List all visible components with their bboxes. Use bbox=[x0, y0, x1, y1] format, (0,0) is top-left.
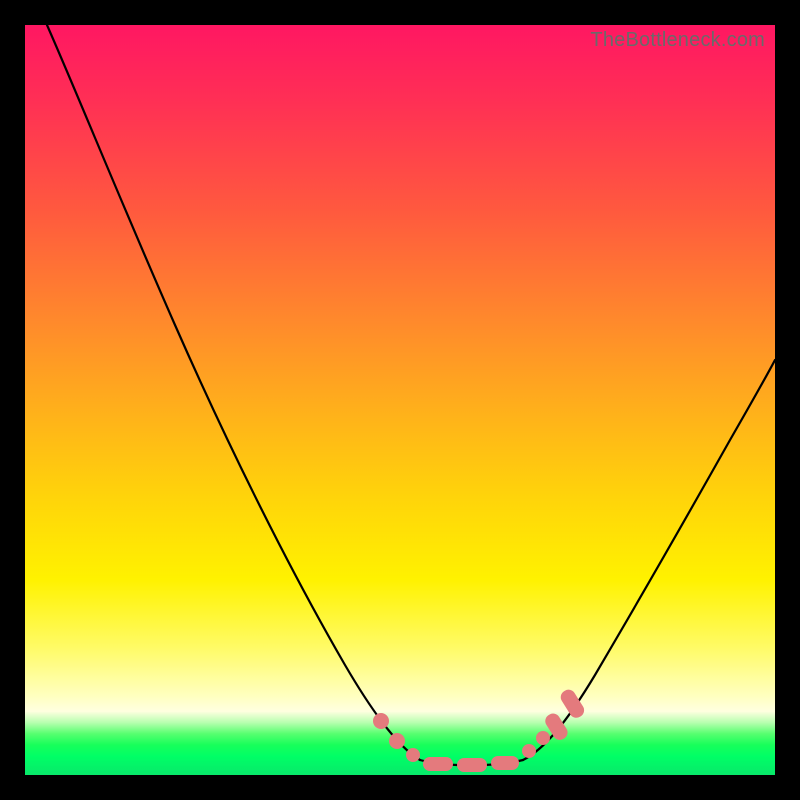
marker-dot bbox=[406, 748, 420, 762]
marker-dot bbox=[522, 744, 536, 758]
watermark-text: TheBottleneck.com bbox=[590, 29, 765, 52]
curve-right-branch bbox=[523, 360, 775, 760]
markers-group bbox=[373, 687, 587, 772]
marker-pill bbox=[423, 757, 453, 771]
marker-pill bbox=[491, 756, 519, 770]
chart-svg bbox=[25, 25, 775, 775]
marker-pill-steep bbox=[558, 687, 587, 720]
marker-pill bbox=[457, 758, 487, 772]
marker-dot bbox=[373, 713, 389, 729]
curve-left-branch bbox=[47, 25, 420, 760]
plot-area: TheBottleneck.com bbox=[25, 25, 775, 775]
chart-frame: TheBottleneck.com bbox=[0, 0, 800, 800]
marker-dot bbox=[389, 733, 405, 749]
marker-dot bbox=[536, 731, 550, 745]
